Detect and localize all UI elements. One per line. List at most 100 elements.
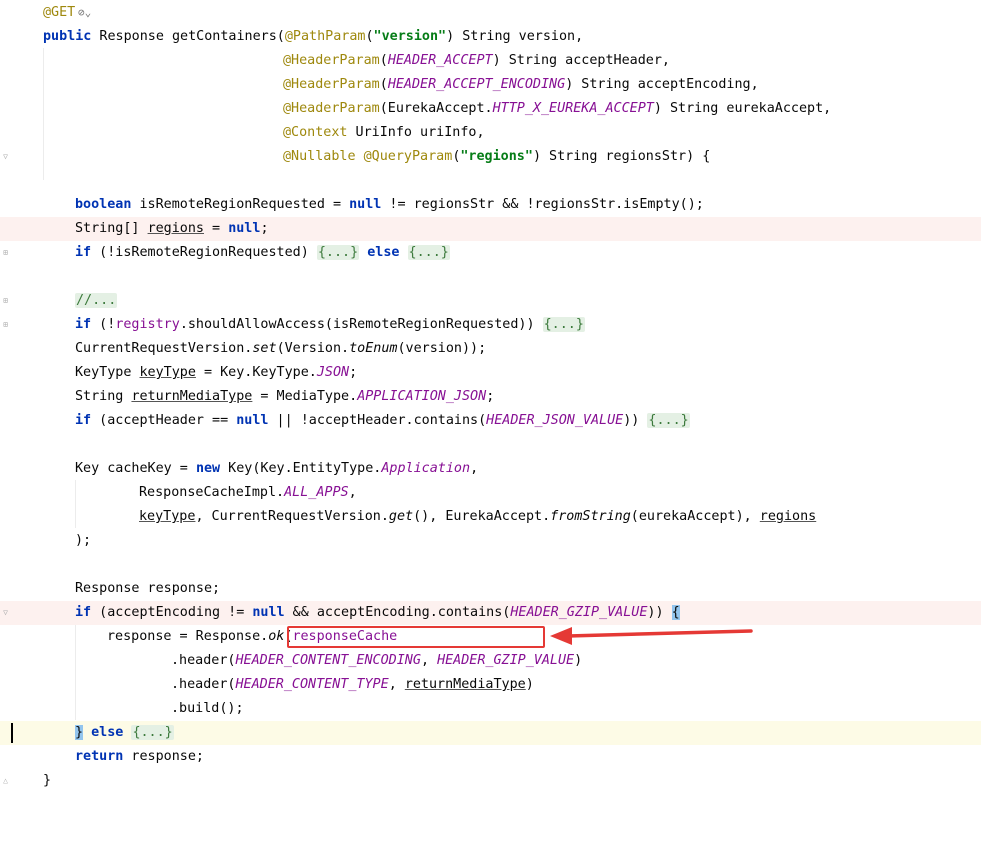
annotation: @QueryParam [363,149,453,164]
code-line[interactable]: String returnMediaType = MediaType.APPLI… [0,385,981,409]
code-line-current[interactable]: } else {...} [0,721,981,745]
code-line[interactable]: ⊞ if (!registry.shouldAllowAccess(isRemo… [0,313,981,337]
fold-marker-icon[interactable]: ⊞ [1,320,10,329]
code-line[interactable]: if (acceptHeader == null || !acceptHeade… [0,409,981,433]
folded-comment[interactable]: //... [75,293,118,308]
constant: HEADER_CONTENT_TYPE [235,677,389,692]
code-text: (EurekaAccept. [379,101,493,116]
keyword: else [91,725,124,740]
code-line[interactable]: ⊞ //... [0,289,981,313]
code-text: .header( [171,677,236,692]
code-text: response; [123,749,204,764]
code-text: CurrentRequestVersion. [75,341,253,356]
code-text: .header( [171,653,236,668]
code-line[interactable]: ⊞ if (!isRemoteRegionRequested) {...} el… [0,241,981,265]
code-text: Key cacheKey = [75,461,196,476]
string-literal: "regions" [460,149,533,164]
code-line[interactable]: @HeaderParam(HEADER_ACCEPT) String accep… [0,49,981,73]
keyword: else [367,245,400,260]
code-text: )) [647,605,672,620]
code-text: (acceptEncoding != [91,605,253,620]
code-line[interactable]: CurrentRequestVersion.set(Version.toEnum… [0,337,981,361]
fold-marker-icon[interactable]: ▽ [1,152,10,161]
code-text: , [348,485,357,500]
variable: regions [759,509,817,524]
keyword: new [195,461,221,476]
code-line[interactable]: keyType, CurrentRequestVersion.get(), Eu… [0,505,981,529]
code-text: = Key.KeyType. [195,365,317,380]
field: registry [115,317,180,332]
code-text: ; [349,365,358,380]
folded-block[interactable]: {...} [131,725,174,740]
code-line[interactable]: return response; [0,745,981,769]
code-line[interactable]: Response response; [0,577,981,601]
code-line[interactable]: ); [0,529,981,553]
constant: HEADER_GZIP_VALUE [437,653,575,668]
folded-block[interactable]: {...} [542,317,585,332]
code-text: , [470,461,479,476]
code-line[interactable]: .build(); [0,697,981,721]
constant: JSON [316,365,350,380]
code-line[interactable]: @HeaderParam(HEADER_ACCEPT_ENCODING) Str… [0,73,981,97]
code-line[interactable]: ResponseCacheImpl.ALL_APPS, [0,481,981,505]
code-line[interactable]: KeyType keyType = Key.KeyType.JSON; [0,361,981,385]
static-method: get [388,509,414,524]
code-line-highlighted[interactable]: String[] regions = null; [0,217,981,241]
keyword: if [75,413,92,428]
code-line[interactable]: △ } [0,769,981,793]
folded-block[interactable]: {...} [647,413,690,428]
code-line[interactable]: .header(HEADER_CONTENT_TYPE, returnMedia… [0,673,981,697]
code-editor[interactable]: @GET ⊘⌄ public Response getContainers(@P… [0,0,981,801]
constant: HEADER_GZIP_VALUE [510,605,648,620]
code-line[interactable]: @GET ⊘⌄ [0,1,981,25]
code-text: ) String acceptEncoding, [565,77,759,92]
code-text: (acceptHeader == [91,413,237,428]
code-text: KeyType [75,365,140,380]
code-text: (! [91,317,116,332]
code-text: , [388,677,405,692]
code-text: ) String eurekaAccept, [653,101,832,116]
code-text: ResponseCacheImpl. [139,485,285,500]
code-text: = [204,221,229,236]
code-text: (eurekaAccept), [630,509,760,524]
code-line[interactable]: ▽ @Nullable @QueryParam("regions") Strin… [0,145,981,169]
fold-marker-icon[interactable]: ▽ [1,608,10,617]
folded-block[interactable]: {...} [407,245,450,260]
code-text: Response getContainers( [91,29,285,44]
constant: Application [381,461,471,476]
code-text: (), EurekaAccept. [413,509,551,524]
annotation: @HeaderParam [283,101,380,116]
code-text: ) [525,677,534,692]
keyword: boolean [75,197,132,212]
code-text: isRemoteRegionRequested = [131,197,350,212]
code-text: )) [623,413,648,428]
code-text: ( [379,77,388,92]
code-text: UriInfo uriInfo, [347,125,485,140]
keyword: null [252,605,285,620]
code-line[interactable]: public Response getContainers(@PathParam… [0,25,981,49]
code-text: ); [75,533,92,548]
pointer-arrow-icon [550,627,753,645]
fold-marker-icon[interactable]: △ [1,776,10,785]
code-text: ( [365,29,374,44]
code-text: ; [260,221,269,236]
fold-marker-icon[interactable]: ⊞ [1,296,10,305]
annotation: @HeaderParam [283,77,380,92]
code-line[interactable]: .header(HEADER_CONTENT_ENCODING, HEADER_… [0,649,981,673]
string-literal: "version" [373,29,447,44]
code-line[interactable]: Key cacheKey = new Key(Key.EntityType.Ap… [0,457,981,481]
web-endpoint-icon[interactable]: ⊘⌄ [78,1,91,25]
code-line[interactable]: @Context UriInfo uriInfo, [0,121,981,145]
folded-block[interactable]: {...} [316,245,360,260]
variable: regions [147,221,204,236]
code-line[interactable]: @HeaderParam(EurekaAccept.HTTP_X_EUREKA_… [0,97,981,121]
code-text: (version)); [397,341,487,356]
constant: HEADER_ACCEPT [387,53,493,68]
code-line[interactable]: boolean isRemoteRegionRequested = null !… [0,193,981,217]
keyword: null [228,221,261,236]
fold-marker-icon[interactable]: ⊞ [1,248,10,257]
code-line-highlighted[interactable]: ▽ if (acceptEncoding != null && acceptEn… [0,601,981,625]
code-text: String[] [75,221,148,236]
